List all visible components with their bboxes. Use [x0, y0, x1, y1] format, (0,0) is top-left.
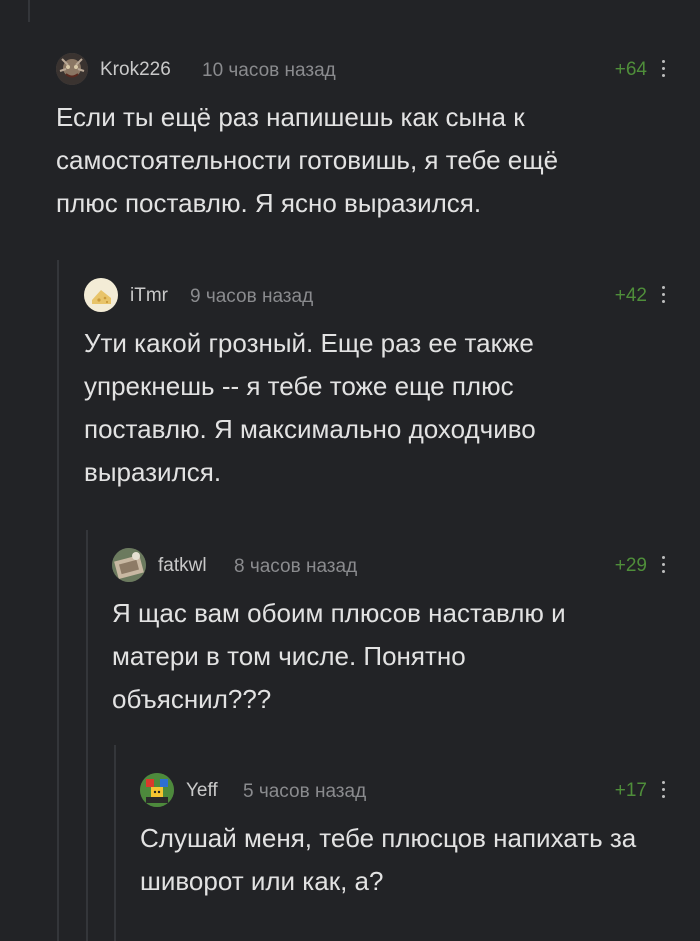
username[interactable]: iTmr — [130, 285, 168, 307]
username[interactable]: fatkwl — [158, 555, 207, 577]
timestamp[interactable]: 8 часов назад — [234, 556, 357, 578]
monster-avatar[interactable] — [56, 53, 88, 85]
more-options-icon[interactable] — [656, 777, 670, 801]
thread-line-level-1 — [57, 260, 59, 941]
comment-text: Если ты ещё раз напишешь как сына к само… — [56, 102, 559, 218]
rating: +29 — [614, 555, 647, 576]
more-options-icon[interactable] — [656, 56, 670, 80]
comment-text: Я щас вам обоим плюсов наставлю и матери… — [112, 598, 566, 714]
timestamp[interactable]: 5 часов назад — [243, 781, 366, 803]
rating: +42 — [614, 285, 647, 306]
comment-text: Слушай меня, тебе плюсцов напихать за ши… — [140, 823, 637, 896]
comment-header: fatkwl 8 часов назад +29 — [112, 546, 700, 584]
username[interactable]: Yeff — [186, 780, 218, 802]
cheese-avatar[interactable] — [84, 278, 118, 312]
timestamp[interactable]: 9 часов назад — [190, 286, 313, 308]
more-options-icon[interactable] — [656, 282, 670, 306]
comment: Krok226 10 часов назад +64 Если ты ещё р… — [56, 50, 700, 225]
comment-header: Yeff 5 часов назад +17 — [140, 771, 700, 809]
thread-line-root — [28, 0, 30, 22]
lego-avatar[interactable] — [140, 773, 174, 807]
more-options-icon[interactable] — [656, 552, 670, 576]
timestamp[interactable]: 10 часов назад — [202, 60, 336, 82]
comment-header: Krok226 10 часов назад +64 — [56, 50, 700, 88]
rating: +17 — [614, 780, 647, 801]
photo-avatar[interactable] — [112, 548, 146, 582]
comment: iTmr 9 часов назад +42 Ути какой грозный… — [84, 276, 700, 494]
comment: fatkwl 8 часов назад +29 Я щас вам обоим… — [112, 546, 700, 721]
comment-header: iTmr 9 часов назад +42 — [84, 276, 700, 314]
rating: +64 — [614, 59, 647, 80]
thread-line-level-3 — [114, 745, 116, 941]
comment-text: Ути какой грозный. Еще раз ее также упре… — [84, 328, 536, 487]
comment: Yeff 5 часов назад +17 Слушай меня, тебе… — [140, 771, 700, 903]
thread-line-level-2 — [86, 530, 88, 941]
username[interactable]: Krok226 — [100, 59, 171, 81]
